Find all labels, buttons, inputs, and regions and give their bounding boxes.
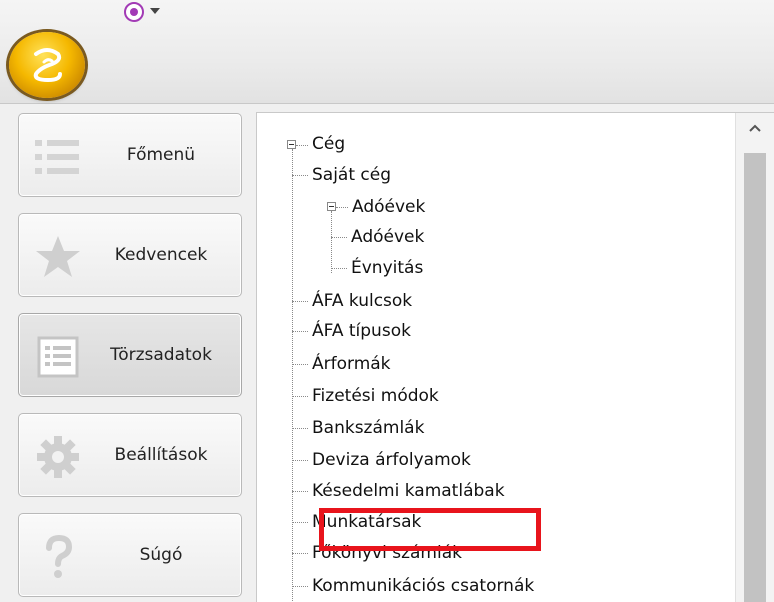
nav-label: Kedvencek xyxy=(114,245,208,265)
collapse-icon[interactable] xyxy=(327,202,336,211)
tree-connector xyxy=(331,211,332,273)
tree-connector xyxy=(292,331,308,332)
tree-connector xyxy=(292,149,293,602)
star-icon xyxy=(36,236,80,277)
tree-connector xyxy=(292,522,308,523)
tree-connector xyxy=(292,301,308,302)
nav-label: Beállítások xyxy=(114,445,208,465)
tree-connector xyxy=(292,460,308,461)
vertical-scrollbar[interactable] xyxy=(735,113,774,602)
scroll-thumb[interactable] xyxy=(744,153,766,602)
quick-access-icon[interactable] xyxy=(124,2,144,22)
chevron-up-icon xyxy=(749,124,761,132)
tree-connector xyxy=(292,428,308,429)
nav-label: Törzsadatok xyxy=(110,345,212,365)
tree-connector xyxy=(331,237,347,238)
tree-node-afa-kulcsok[interactable]: ÁFA kulcsok xyxy=(312,291,412,311)
tree-node-evnyitas[interactable]: Évnyitás xyxy=(351,258,423,278)
nav-button-sugo[interactable]: Súgó xyxy=(18,513,242,597)
tree-node-kommunikacios-csatornak[interactable]: Kommunikációs csatornák xyxy=(312,576,534,596)
list-icon xyxy=(35,140,79,174)
scroll-up-button[interactable] xyxy=(736,113,774,143)
tree-node-bankszamlak[interactable]: Bankszámlák xyxy=(312,418,424,438)
tree-node-deviza-arfolyamok[interactable]: Deviza árfolyamok xyxy=(312,450,471,470)
nav-button-beallitasok[interactable]: Beállítások xyxy=(18,413,242,497)
app-logo-icon xyxy=(33,48,62,83)
tree-node-kesedelmi-kamatlabak[interactable]: Késedelmi kamatlábak xyxy=(312,481,505,501)
highlight-box xyxy=(319,508,541,551)
document-icon xyxy=(37,336,79,378)
tree-connector xyxy=(292,553,308,554)
ribbon-bar xyxy=(0,0,774,104)
tree-connector xyxy=(292,491,308,492)
gear-icon xyxy=(37,436,79,478)
app-menu-button[interactable] xyxy=(9,32,85,98)
tree-node-adoevek-child[interactable]: Adóévek xyxy=(351,227,424,247)
tree-connector xyxy=(292,364,308,365)
tree-node-ceg[interactable]: Cég xyxy=(312,134,345,154)
nav-button-fomenu[interactable]: Főmenü xyxy=(18,113,242,197)
quick-access-dropdown-icon[interactable] xyxy=(150,8,160,14)
tree-connector xyxy=(336,207,348,208)
nav-label: Főmenü xyxy=(126,145,196,165)
tree-node-arformak[interactable]: Árformák xyxy=(312,354,391,374)
tree-node-sajat-ceg[interactable]: Saját cég xyxy=(312,165,391,185)
tree-connector xyxy=(331,268,347,269)
tree-connector xyxy=(292,396,308,397)
tree-connector xyxy=(292,175,308,176)
collapse-icon[interactable] xyxy=(287,140,296,149)
tree-node-fizetesi-modok[interactable]: Fizetési módok xyxy=(312,386,439,406)
tree-node-afa-tipusok[interactable]: ÁFA típusok xyxy=(312,321,411,341)
nav-button-torzsadatok[interactable]: Törzsadatok xyxy=(18,313,242,397)
tree-node-adoevek[interactable]: Adóévek xyxy=(352,197,425,217)
nav-label: Súgó xyxy=(139,545,183,565)
question-icon xyxy=(46,534,73,578)
tree-connector xyxy=(292,586,308,587)
nav-button-kedvencek[interactable]: Kedvencek xyxy=(18,213,242,297)
tree-connector xyxy=(296,145,308,146)
